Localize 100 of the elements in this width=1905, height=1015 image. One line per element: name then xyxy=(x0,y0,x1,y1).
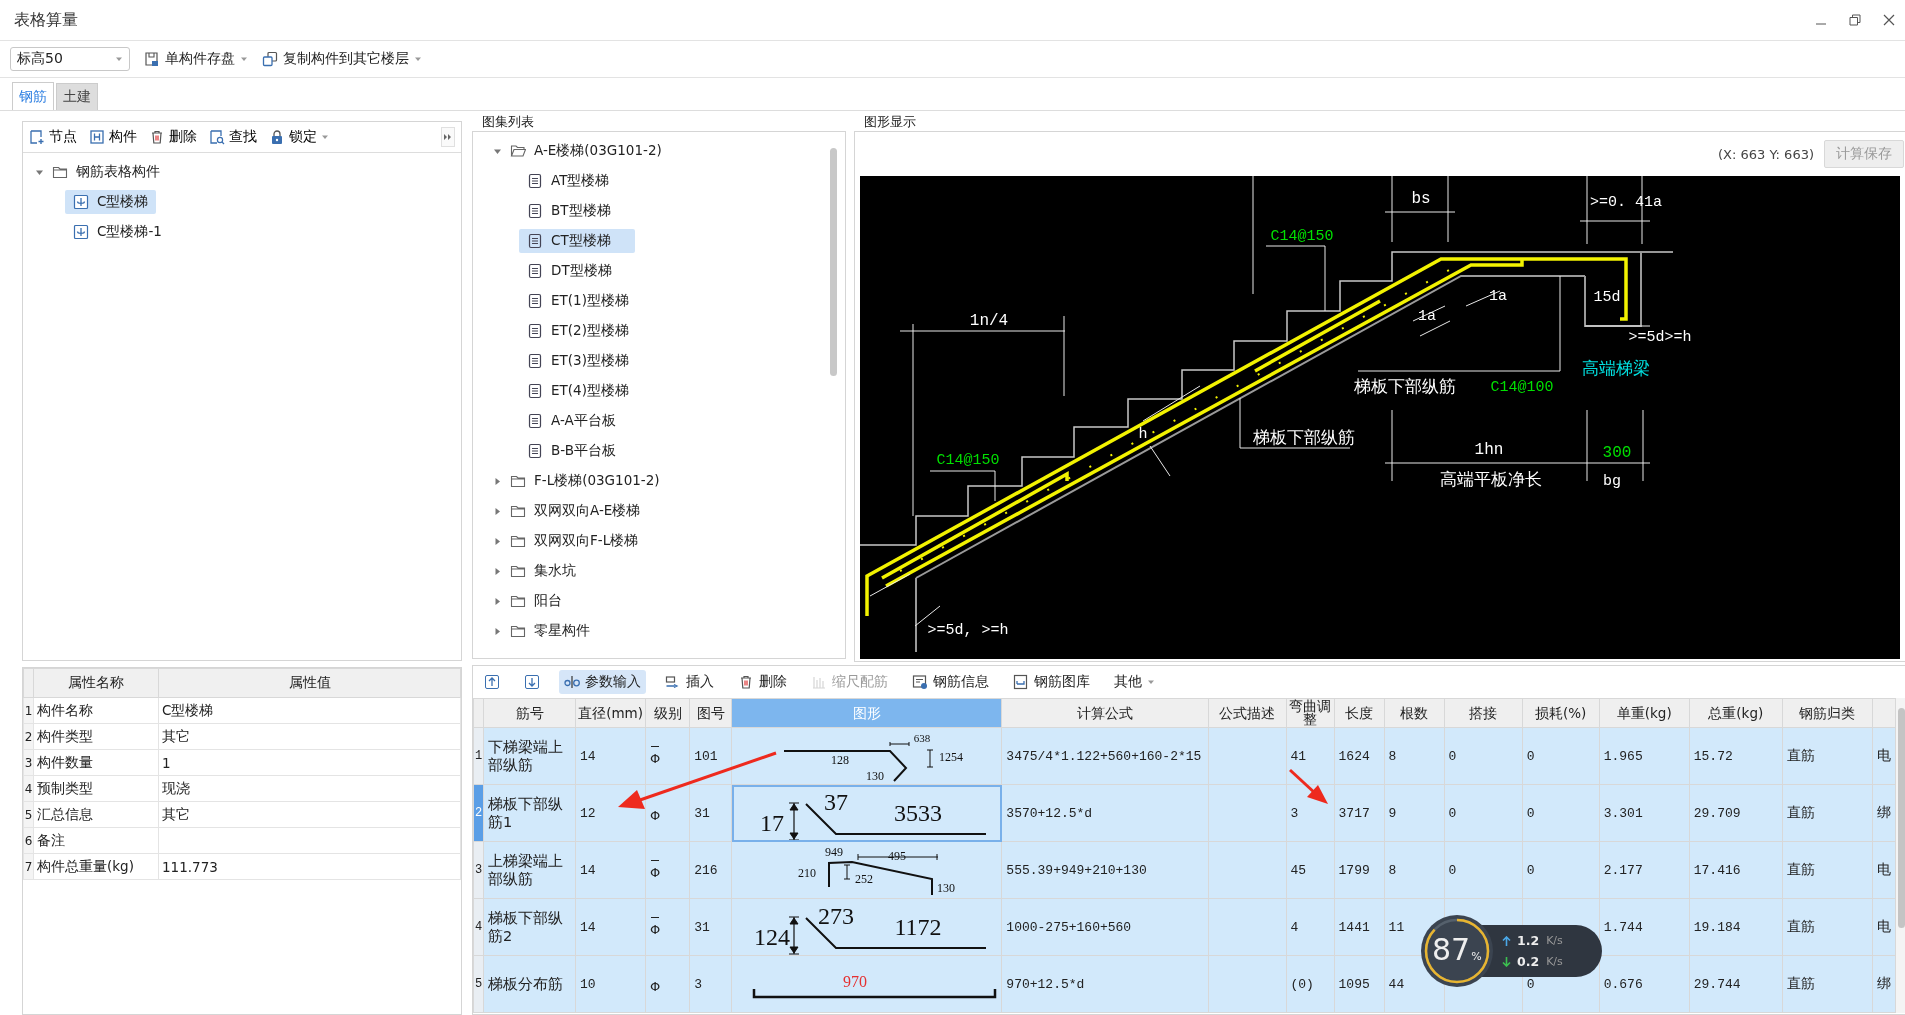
column-header[interactable]: 弯曲调整 xyxy=(1286,698,1335,728)
column-header[interactable]: 根数 xyxy=(1384,698,1445,728)
collapsed-arrow-icon[interactable] xyxy=(493,566,502,576)
collapsed-arrow-icon[interactable] xyxy=(493,536,502,546)
usage-gauge[interactable]: 87% xyxy=(1420,914,1494,988)
toolbar-button[interactable]: 锁定 xyxy=(269,128,329,146)
toolbar-button[interactable]: 删除 xyxy=(733,670,792,694)
row-number: 6 xyxy=(23,827,34,854)
tree-folder-label[interactable]: F-L楼梯(03G101-2) xyxy=(534,472,660,490)
column-header[interactable]: 长度 xyxy=(1334,698,1385,728)
column-header[interactable]: 直径(mm) xyxy=(575,698,646,728)
toolbar-button[interactable]: 插入 xyxy=(660,670,719,694)
column-header[interactable]: 级别 xyxy=(645,698,690,728)
collapsed-arrow-icon[interactable] xyxy=(493,596,502,606)
property-value[interactable]: 现浇 xyxy=(158,775,461,802)
column-header[interactable]: 总重(kg) xyxy=(1689,698,1783,728)
row-number[interactable]: 3 xyxy=(473,841,484,899)
more-button[interactable] xyxy=(441,127,455,147)
restore-icon[interactable] xyxy=(1849,14,1861,26)
floor-dropdown[interactable]: 标高50 xyxy=(10,47,130,71)
toolbar-button[interactable]: 钢筋图库 xyxy=(1008,670,1095,694)
grade-symbol: Φ xyxy=(650,977,661,994)
tree-item[interactable]: C型楼梯-1 xyxy=(65,220,170,244)
download-arrow-icon xyxy=(1502,956,1511,967)
folder-icon xyxy=(52,164,68,180)
table-cell: 直筋 xyxy=(1782,727,1873,785)
upload-speed: 1.2 xyxy=(1517,933,1540,948)
tree-folder-label[interactable]: 阳台 xyxy=(534,592,562,610)
document-icon xyxy=(527,413,543,429)
property-value[interactable]: 1 xyxy=(158,749,461,776)
table-cell: 1000-275+160+560 xyxy=(1001,898,1209,956)
tree-item[interactable]: C型楼梯 xyxy=(65,190,157,214)
tree-item[interactable]: ET(4)型楼梯 xyxy=(519,379,637,403)
tab[interactable]: 土建 xyxy=(56,83,98,110)
property-value[interactable]: 111.773 xyxy=(158,853,461,880)
folder-icon xyxy=(510,503,526,519)
row-number[interactable]: 5 xyxy=(473,955,484,1013)
toolbar-button[interactable]: 查找 xyxy=(209,128,257,146)
tree-item[interactable]: A-A平台板 xyxy=(519,409,635,433)
dropdown-caret-icon[interactable] xyxy=(240,56,248,62)
column-header[interactable]: 单重(kg) xyxy=(1599,698,1690,728)
toolbar-button[interactable]: 参数输入 xyxy=(559,670,646,694)
tree-folder-label[interactable]: 双网双向A-E楼梯 xyxy=(534,502,641,520)
column-header[interactable]: 计算公式 xyxy=(1001,698,1209,728)
document-icon xyxy=(527,203,543,219)
table-cell: 3717 xyxy=(1334,784,1385,842)
drawing-label: 300 xyxy=(1602,444,1632,462)
table-cell: 1624 xyxy=(1334,727,1385,785)
tab[interactable]: 钢筋 xyxy=(12,82,54,110)
table-cell: 15.72 xyxy=(1689,727,1783,785)
toolbar-button[interactable]: 其他 xyxy=(1109,670,1160,694)
collapsed-arrow-icon[interactable] xyxy=(493,626,502,636)
tree-item[interactable]: BT型楼梯 xyxy=(519,199,635,223)
tree-item[interactable]: CT型楼梯 xyxy=(519,229,635,253)
tree-folder-label[interactable]: 零星构件 xyxy=(534,622,590,640)
table-cell: 17.416 xyxy=(1689,841,1783,899)
toolbar-button[interactable]: 节点 xyxy=(29,128,77,146)
delete-icon xyxy=(149,129,165,145)
column-header[interactable]: 图号 xyxy=(689,698,732,728)
tree-item[interactable]: ET(3)型楼梯 xyxy=(519,349,637,373)
collapsed-arrow-icon[interactable] xyxy=(493,476,502,486)
toolbar-button[interactable]: 删除 xyxy=(149,128,197,146)
row-number[interactable]: 1 xyxy=(473,727,484,785)
dropdown-caret-icon[interactable] xyxy=(321,134,329,140)
table-cell: 3570+12.5*d xyxy=(1001,784,1209,842)
close-icon[interactable] xyxy=(1883,14,1895,26)
drawing-label: 高端梯梁 xyxy=(1582,360,1650,379)
collapsed-arrow-icon[interactable] xyxy=(493,506,502,516)
tree-folder-label[interactable]: A-E楼梯(03G101-2) xyxy=(534,142,662,160)
toolbar-button[interactable]: 构件 xyxy=(89,128,137,146)
scrollbar-thumb[interactable] xyxy=(1897,708,1905,928)
property-value[interactable]: C型楼梯 xyxy=(158,697,461,724)
folder-icon xyxy=(510,143,526,159)
table-cell: 8 xyxy=(1384,841,1445,899)
toolbar-button[interactable]: 单构件存盘 xyxy=(144,48,248,70)
tree-item[interactable]: ET(2)型楼梯 xyxy=(519,319,637,343)
dropdown-caret-icon[interactable] xyxy=(1147,679,1155,685)
dropdown-caret-icon[interactable] xyxy=(414,56,422,62)
toolbar-button[interactable]: 复制构件到其它楼层 xyxy=(262,48,422,70)
column-header[interactable]: 钢筋归类 xyxy=(1782,698,1873,728)
property-value[interactable]: 其它 xyxy=(158,801,461,828)
property-value[interactable]: 其它 xyxy=(158,723,461,750)
scrollbar-thumb[interactable] xyxy=(829,148,837,376)
column-header[interactable]: 损耗(%) xyxy=(1522,698,1600,728)
tree-item[interactable]: ET(1)型楼梯 xyxy=(519,289,637,313)
tree-item[interactable]: AT型楼梯 xyxy=(519,169,635,193)
tree-item[interactable]: B-B平台板 xyxy=(519,439,635,463)
toolbar-button[interactable]: 钢筋信息 xyxy=(907,670,994,694)
drawing-label: >=5d>=h xyxy=(1628,329,1692,346)
column-header[interactable]: 搭接 xyxy=(1444,698,1523,728)
rebar-library-icon xyxy=(1013,674,1029,690)
column-header[interactable]: 筋号 xyxy=(483,698,576,728)
tree-folder-label[interactable]: 钢筋表格构件 xyxy=(76,163,160,181)
table-cell: 29.744 xyxy=(1689,955,1783,1013)
dropdown-caret-icon[interactable] xyxy=(115,56,123,62)
tree-folder-label[interactable]: 双网双向F-L楼梯 xyxy=(534,532,639,550)
tree-folder-label[interactable]: 集水坑 xyxy=(534,562,576,580)
tree-item[interactable]: DT型楼梯 xyxy=(519,259,635,283)
row-number[interactable]: 4 xyxy=(473,898,484,956)
column-header[interactable]: 公式描述 xyxy=(1208,698,1286,728)
